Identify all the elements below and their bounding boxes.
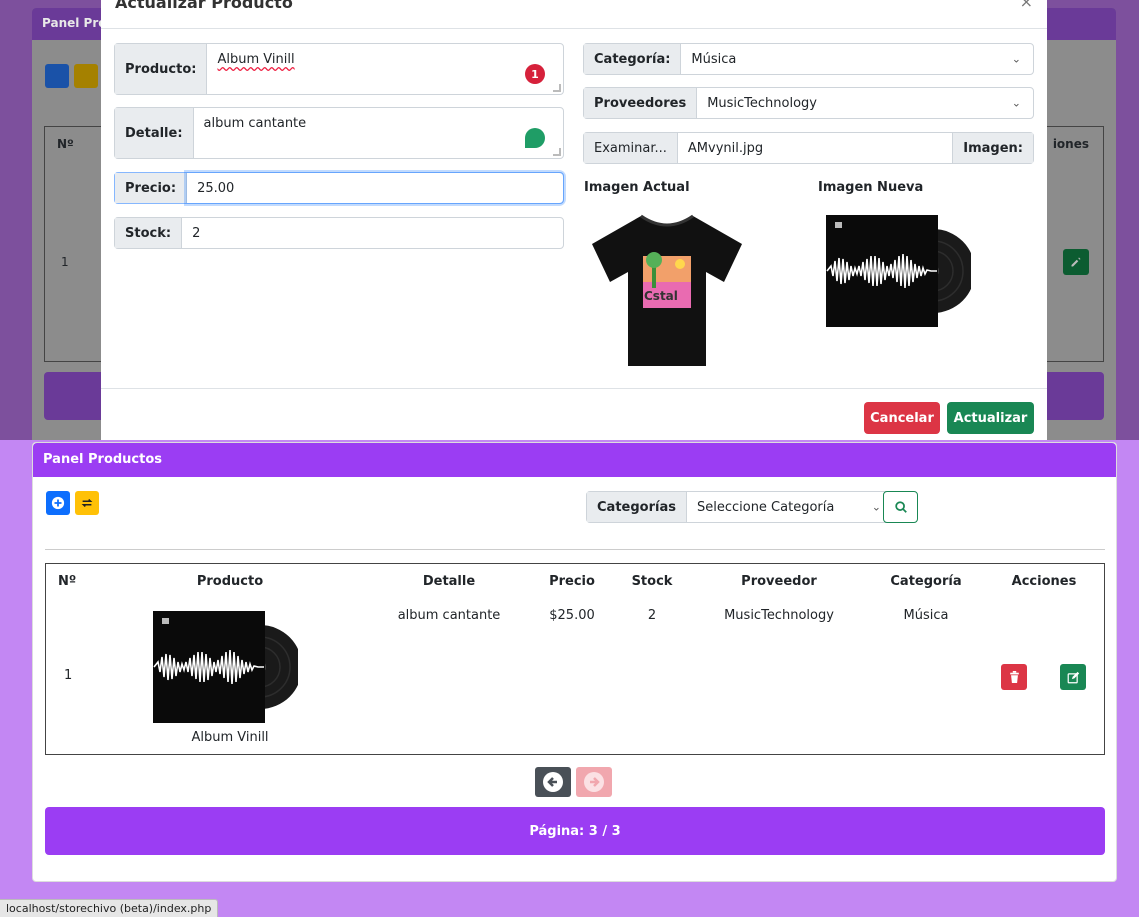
categoria-value: Música [691, 51, 737, 67]
row-categoria: Música [903, 608, 949, 623]
new-product-image [826, 215, 971, 327]
categoria-select[interactable]: Música ⌄ [681, 44, 1033, 74]
imagen-label: Imagen: [952, 133, 1033, 163]
producto-label: Producto: [115, 44, 208, 94]
delete-button[interactable] [1001, 664, 1027, 690]
modal-screenshot: Panel Pro Nº iones 1 Actualizar Producto… [0, 0, 1139, 440]
modal-footer-divider [101, 388, 1047, 389]
col-detalle: Detalle [422, 574, 476, 589]
categorias-label: Categorías [587, 492, 687, 522]
modal-title: Actualizar Producto [115, 0, 293, 12]
detalle-value: album cantante [203, 116, 307, 131]
producto-textarea[interactable]: Album Vinill 1 [207, 44, 563, 94]
background-edit-icon [1063, 249, 1089, 275]
refresh-arrows-icon[interactable] [75, 491, 99, 515]
svg-text:Cstal: Cstal [644, 289, 678, 303]
row-stock: 2 [647, 608, 657, 623]
assistant-bubble-icon[interactable] [525, 128, 545, 148]
pagination-bar: Página: 3 / 3 [45, 807, 1105, 855]
proveedores-select-group: Proveedores MusicTechnology ⌄ [583, 87, 1034, 119]
row-producto: Album Vinill [191, 730, 269, 745]
edit-icon [1067, 671, 1079, 683]
imagen-file-name[interactable]: AMvynil.jpg [678, 133, 952, 163]
col-categoria: Categoría [890, 574, 962, 589]
resize-handle-icon[interactable] [553, 84, 561, 92]
row-precio: $25.00 [549, 608, 595, 623]
chevron-down-icon: ⌄ [871, 500, 881, 514]
proveedores-value: MusicTechnology [707, 95, 817, 111]
products-panel-screenshot: Panel Productos Categorías Seleccione Ca… [0, 440, 1139, 917]
col-acciones: Acciones [1011, 574, 1077, 589]
search-icon [894, 501, 907, 513]
producto-value: Album Vinill [217, 52, 295, 67]
stock-label: Stock: [115, 218, 183, 248]
resize-handle-icon[interactable] [553, 148, 561, 156]
categorias-placeholder: Seleccione Categoría [696, 499, 835, 515]
close-icon[interactable]: × [1020, 0, 1033, 11]
col-proveedor: Proveedor [741, 574, 817, 589]
categoria-label: Categoría: [584, 44, 682, 74]
arrow-right-circle-icon [584, 772, 604, 792]
detalle-field: Detalle: album cantante [114, 107, 564, 159]
cancel-button[interactable]: Cancelar [864, 402, 940, 434]
stock-field: Stock: 2 [114, 217, 564, 249]
precio-field: Precio: 25.00 [114, 172, 564, 204]
precio-label: Precio: [115, 173, 188, 203]
categoria-select-group: Categoría: Música ⌄ [583, 43, 1034, 75]
arrow-left-circle-icon [543, 772, 563, 792]
row-proveedor: MusicTechnology [724, 608, 834, 623]
products-table: Nº Producto Detalle Precio Stock Proveed… [45, 563, 1105, 755]
update-product-modal: Actualizar Producto × Producto: Album Vi… [101, 0, 1047, 440]
background-row-number: 1 [61, 255, 69, 269]
product-image [153, 611, 298, 723]
grammar-badge-icon[interactable]: 1 [525, 64, 545, 84]
proveedores-label: Proveedores [584, 88, 698, 118]
precio-input[interactable]: 25.00 [187, 173, 563, 203]
edit-button[interactable] [1060, 664, 1086, 690]
modal-header-divider [101, 28, 1047, 29]
background-col-n: Nº [57, 137, 74, 151]
col-producto: Producto [196, 574, 264, 589]
next-page-button[interactable] [576, 767, 612, 797]
imagen-nueva-title: Imagen Nueva [818, 180, 924, 195]
panel-divider [45, 549, 1105, 550]
update-button[interactable]: Actualizar [947, 402, 1034, 434]
categorias-filter: Categorías Seleccione Categoría ⌄ [586, 491, 894, 523]
row-number: 1 [64, 668, 73, 683]
col-stock: Stock [631, 574, 673, 589]
detalle-label: Detalle: [115, 108, 194, 158]
imagen-file-group: Examinar... AMvynil.jpg Imagen: [583, 132, 1034, 164]
background-col-acciones: iones [1052, 137, 1089, 151]
chevron-down-icon: ⌄ [1011, 96, 1021, 110]
detalle-textarea[interactable]: album cantante [194, 108, 563, 158]
browse-button[interactable]: Examinar... [584, 133, 678, 163]
producto-field: Producto: Album Vinill 1 [114, 43, 564, 95]
panel-title: Panel Productos [33, 443, 1116, 477]
stock-input[interactable]: 2 [182, 218, 563, 248]
col-n: Nº [58, 574, 77, 589]
chevron-down-icon: ⌄ [1011, 52, 1021, 66]
search-button[interactable] [883, 491, 918, 523]
col-precio: Precio [549, 574, 595, 589]
imagen-actual-title: Imagen Actual [584, 180, 690, 195]
products-panel: Panel Productos Categorías Seleccione Ca… [32, 442, 1117, 882]
row-detalle: album cantante [397, 608, 501, 623]
current-product-image: Cstal [592, 214, 742, 366]
browser-status-bar: localhost/storechivo (beta)/index.php [0, 899, 219, 917]
proveedores-select[interactable]: MusicTechnology ⌄ [697, 88, 1033, 118]
prev-page-button[interactable] [535, 767, 571, 797]
background-refresh-button [74, 64, 98, 88]
categorias-select[interactable]: Seleccione Categoría ⌄ [687, 492, 893, 522]
plus-circle-icon[interactable] [46, 491, 70, 515]
trash-icon [1009, 671, 1019, 683]
background-add-button [45, 64, 69, 88]
